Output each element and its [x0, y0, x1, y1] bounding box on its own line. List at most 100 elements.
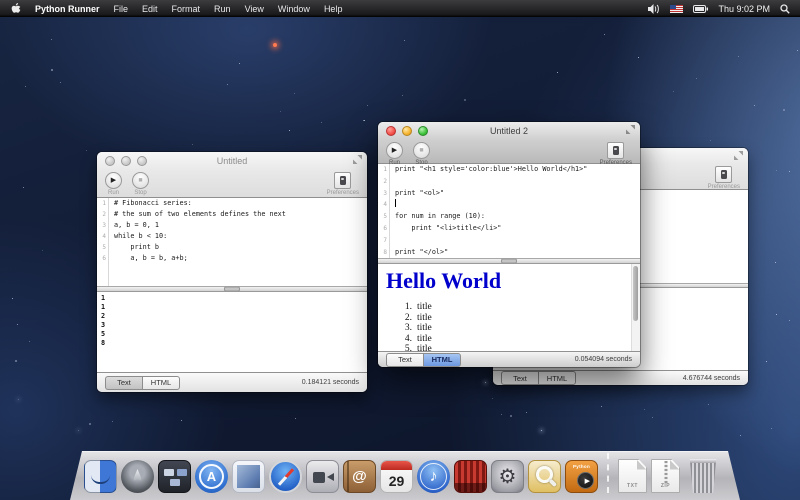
play-icon: ▶ — [111, 177, 116, 184]
list-item: 5.title — [386, 344, 632, 351]
menu-item[interactable]: Run — [214, 4, 231, 14]
menu-clock[interactable]: Thu 9:02 PM — [718, 4, 770, 14]
mission-control-icon[interactable] — [158, 460, 191, 493]
splitter-grip-icon — [501, 259, 517, 264]
input-language-flag-icon[interactable] — [670, 5, 683, 13]
menu-item[interactable]: Edit — [142, 4, 158, 14]
volume-icon[interactable] — [648, 4, 660, 14]
code-text: print "<ol>" — [390, 188, 444, 200]
txt-doc-icon[interactable]: TXT — [618, 459, 647, 493]
stop-icon: ■ — [138, 177, 142, 184]
zip-doc-icon[interactable]: ZIP — [651, 459, 680, 493]
system-preferences-icon[interactable]: ⚙ — [491, 460, 524, 493]
text-segment-button[interactable]: Text — [501, 371, 538, 385]
rendered-heading: Hello World — [386, 268, 632, 294]
preferences-icon — [340, 176, 346, 185]
output-scrollbar[interactable] — [631, 264, 640, 351]
list-item-number: 3. — [386, 323, 412, 334]
python-runner-icon[interactable]: ▶ Python — [565, 460, 598, 493]
html-segment-button[interactable]: HTML — [538, 371, 576, 385]
code-line: 6 print "<li>title</li>" — [378, 223, 640, 235]
code-line: 1# Fibonacci series: — [97, 198, 367, 209]
line-number: 3 — [97, 220, 109, 231]
mail-icon[interactable] — [232, 460, 265, 493]
close-button[interactable] — [105, 156, 115, 166]
html-segment-button[interactable]: HTML — [142, 376, 180, 390]
app-store-icon[interactable]: A — [195, 460, 228, 493]
zoom-button[interactable] — [418, 126, 428, 136]
finder-icon[interactable] — [84, 460, 117, 493]
list-item: 3. title — [386, 323, 632, 334]
ical-icon[interactable]: 29 — [380, 460, 413, 493]
preferences-button[interactable] — [607, 142, 624, 159]
window2-code-editor[interactable]: 1print "<h1 style='color:blue'>Hello Wor… — [378, 164, 640, 258]
list-item: 1.title — [386, 302, 632, 313]
menu-item[interactable]: File — [114, 4, 129, 14]
window1-statusbar: Text HTML 0.184121 seconds — [97, 372, 367, 392]
menu-item[interactable]: Help — [324, 4, 343, 14]
minimize-button[interactable] — [402, 126, 412, 136]
line-number: 1 — [378, 164, 390, 176]
window-title: Untitled — [217, 156, 248, 166]
preferences-button[interactable] — [334, 172, 351, 189]
launchpad-icon[interactable] — [121, 460, 154, 493]
code-text: while b < 10: — [109, 231, 167, 242]
menu-app-name[interactable]: Python Runner — [35, 4, 100, 14]
stop-icon: ■ — [419, 147, 423, 154]
rendered-ordered-list: 1.title 2.title 3.title 4.title — [386, 302, 632, 351]
run-button[interactable]: ▶ — [105, 172, 122, 189]
safari-icon[interactable] — [269, 460, 302, 493]
window2-view-toggle: Text HTML — [386, 353, 461, 367]
execution-time: 0.054094 seconds — [575, 356, 632, 363]
code-text: # Fibonacci series: — [109, 198, 192, 209]
window2-titlebar[interactable]: Untitled 2 — [378, 122, 640, 140]
scrollbar-thumb[interactable] — [633, 266, 638, 321]
itunes-icon[interactable]: ♪ — [417, 460, 450, 493]
run-button[interactable]: ▶ — [386, 142, 403, 159]
code-line: 6 a, b = b, a+b; — [97, 253, 367, 264]
menu-item[interactable]: Window — [278, 4, 310, 14]
stop-button[interactable]: ■ — [413, 142, 430, 159]
window-untitled-2: Untitled 2 ▶ Run ■ Stop Preferences 1pri… — [378, 122, 640, 367]
window1-output[interactable]: 112358 — [97, 292, 367, 372]
zoom-button[interactable] — [137, 156, 147, 166]
fullscreen-icon[interactable] — [626, 125, 635, 134]
stop-button[interactable]: ■ — [132, 172, 149, 189]
preview-icon[interactable] — [528, 460, 561, 493]
line-number: 5 — [378, 211, 390, 223]
list-item: 2.title — [386, 313, 632, 324]
photo-booth-icon[interactable] — [454, 460, 487, 493]
fullscreen-icon[interactable] — [734, 151, 743, 160]
close-button[interactable] — [386, 126, 396, 136]
facetime-icon[interactable] — [306, 460, 339, 493]
line-number: 3 — [378, 188, 390, 200]
menu-item[interactable]: View — [245, 4, 264, 14]
fullscreen-icon[interactable] — [353, 155, 362, 164]
text-segment-button[interactable]: Text — [386, 353, 423, 367]
preferences-button[interactable] — [715, 166, 732, 183]
preferences-icon — [721, 170, 727, 179]
text-segment-button[interactable]: Text — [105, 376, 142, 390]
window2-statusbar: Text HTML 0.054094 seconds — [378, 351, 640, 367]
window1-view-toggle: Text HTML — [105, 376, 180, 390]
line-number: 8 — [378, 247, 390, 258]
contacts-icon[interactable]: @ — [343, 460, 376, 493]
list-item-text: title — [417, 323, 432, 334]
window2-output[interactable]: Hello World 1.title 2.title 3. title — [378, 264, 640, 351]
spotlight-icon[interactable] — [780, 4, 790, 14]
list-item-number: 1. — [386, 302, 412, 313]
html-segment-button[interactable]: HTML — [423, 353, 461, 367]
window1-titlebar[interactable]: Untitled — [97, 152, 367, 170]
window1-code-editor[interactable]: 1# Fibonacci series: 2# the sum of two e… — [97, 198, 367, 286]
code-line: 2# the sum of two elements defines the n… — [97, 209, 367, 220]
window1-toolbar: ▶ Run ■ Stop Preferences — [97, 170, 367, 198]
line-number: 4 — [97, 231, 109, 242]
apple-menu-icon[interactable] — [10, 3, 21, 15]
line-number: 2 — [97, 209, 109, 220]
line-number: 2 — [378, 176, 390, 188]
menu-item[interactable]: Format — [172, 4, 201, 14]
window3-view-toggle: Text HTML — [501, 371, 576, 385]
minimize-button[interactable] — [121, 156, 131, 166]
battery-icon[interactable] — [693, 5, 708, 13]
trash-icon[interactable] — [688, 459, 718, 493]
